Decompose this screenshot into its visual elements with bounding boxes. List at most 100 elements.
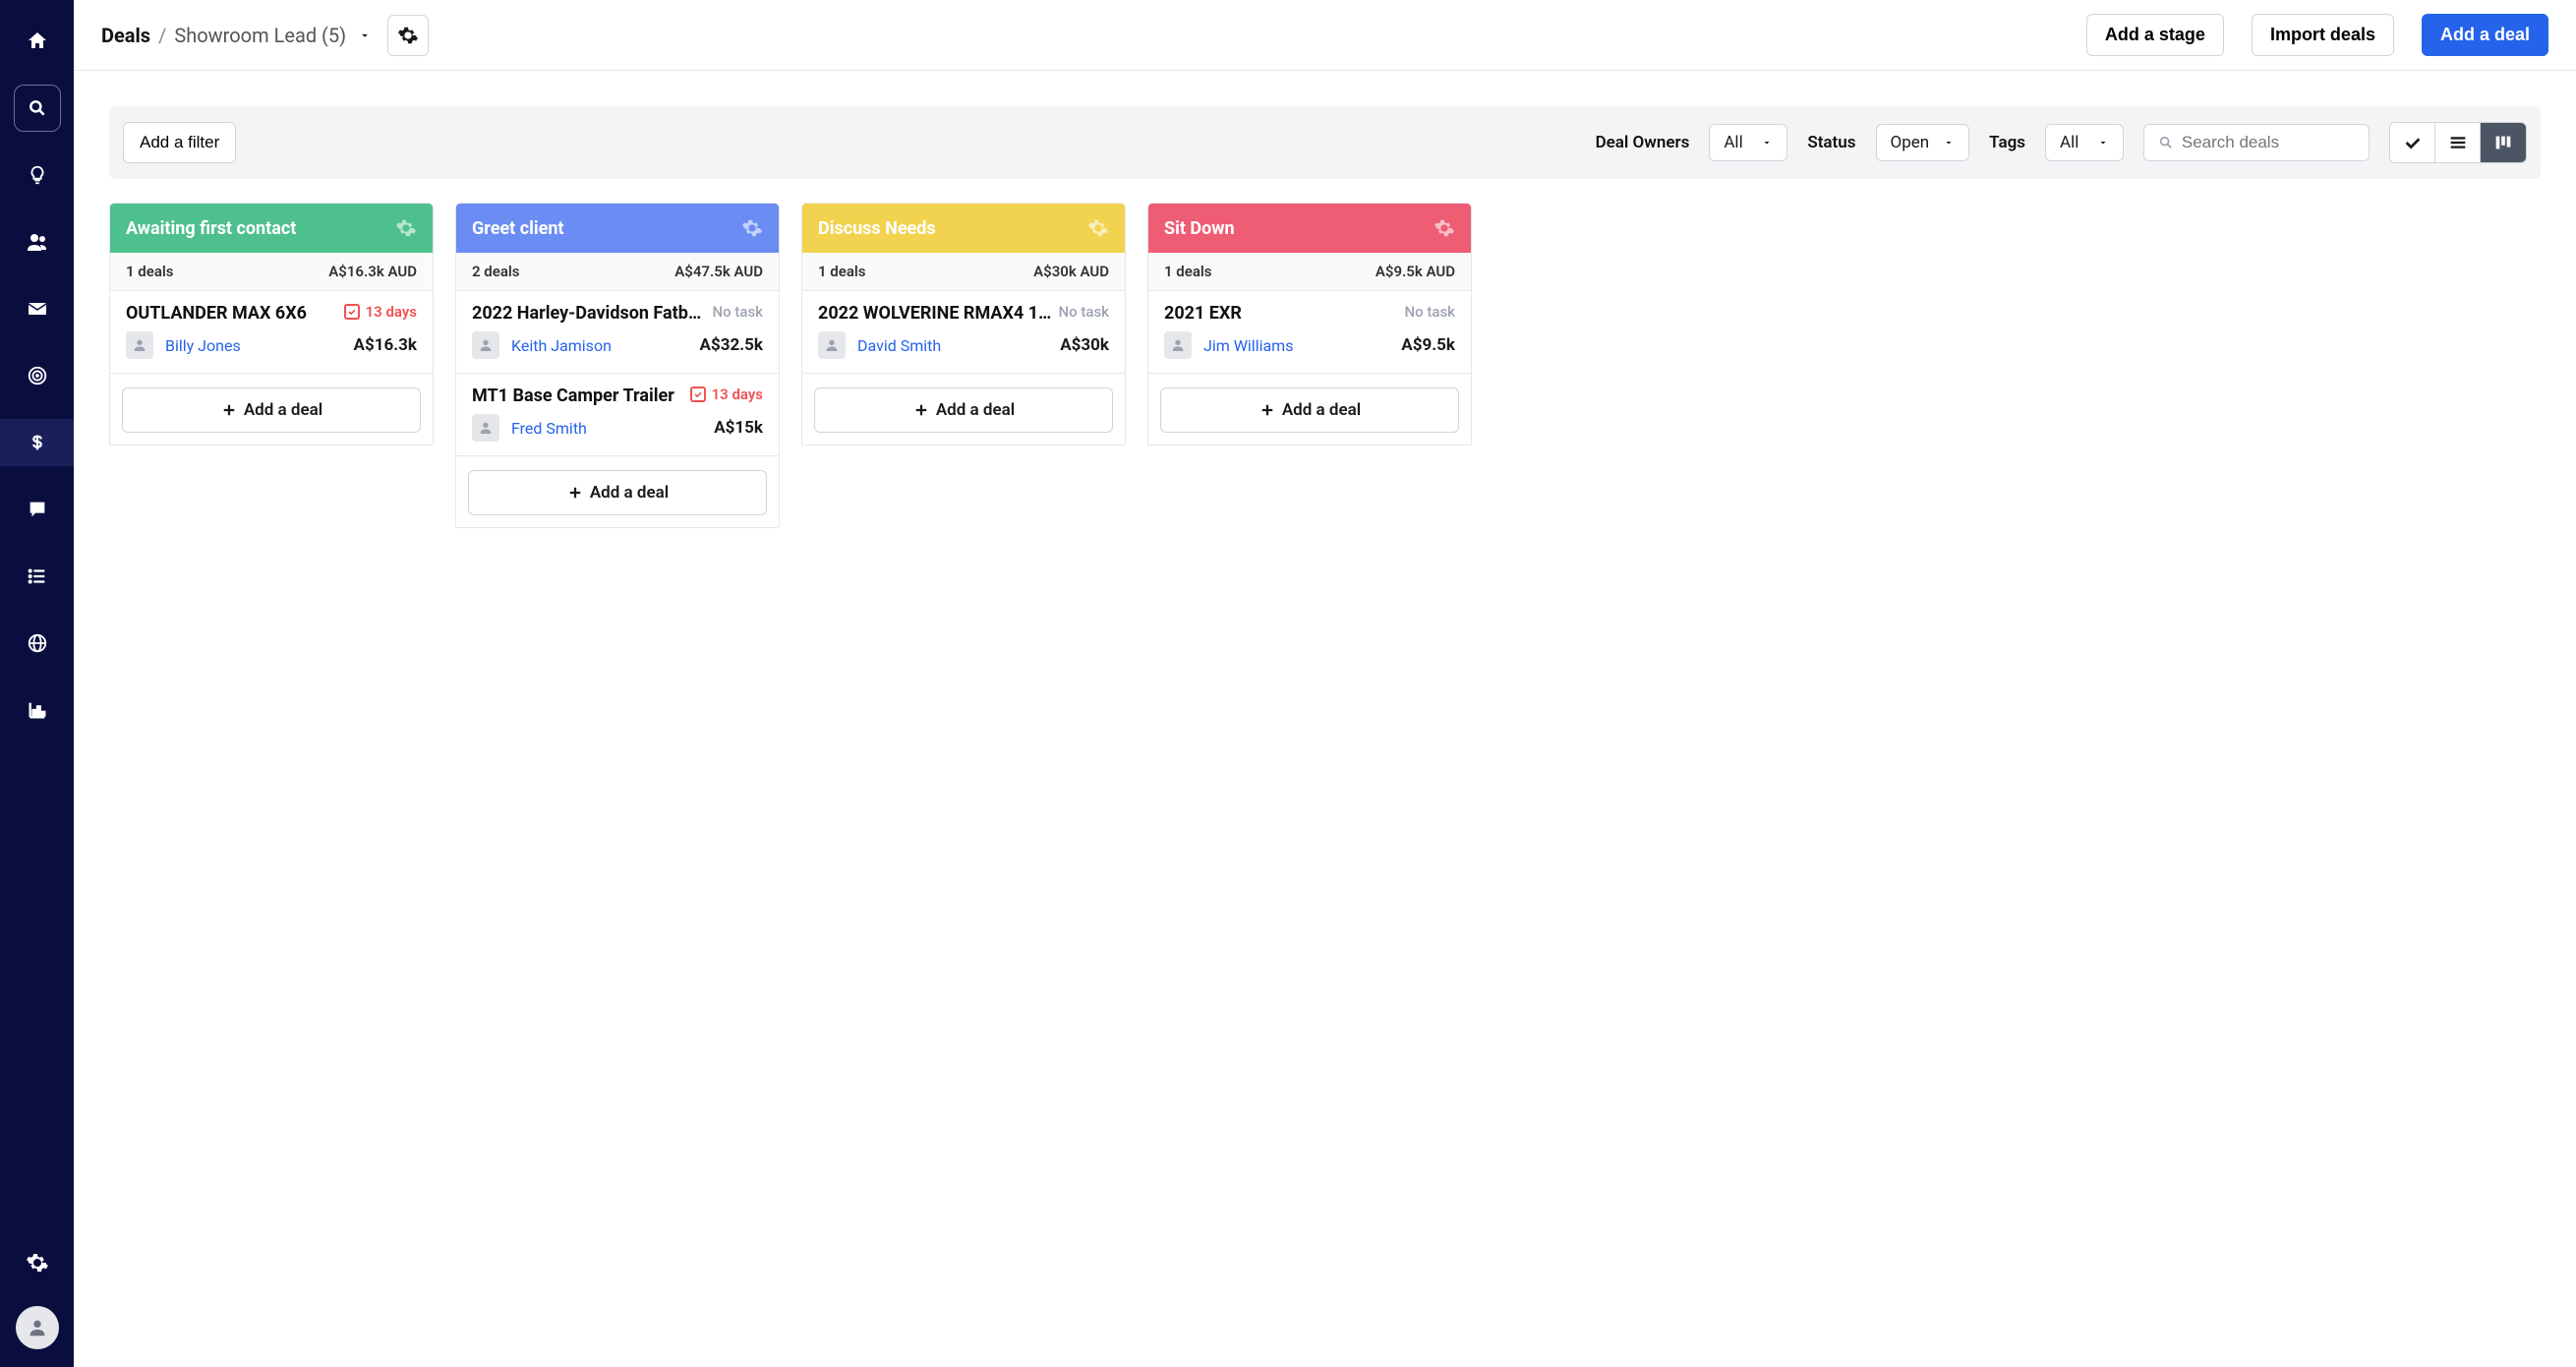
stage-summary: 1 deals A$9.5k AUD (1148, 253, 1471, 291)
mail-icon[interactable] (14, 285, 61, 332)
stage-column: Sit Down 1 deals A$9.5k AUD 2021 EXR No … (1147, 203, 1472, 446)
owner-link[interactable]: Keith Jamison (511, 336, 612, 355)
owner-avatar-icon (126, 331, 153, 359)
status-select[interactable]: Open (1876, 124, 1970, 161)
overdue-badge: 13 days (344, 303, 417, 321)
chevron-down-icon (1761, 137, 1773, 149)
stage-title: Greet client (472, 218, 564, 239)
deal-owner: David Smith (818, 331, 941, 359)
tags-label: Tags (1989, 133, 2025, 152)
chart-icon[interactable] (14, 686, 61, 734)
import-deals-button[interactable]: Import deals (2252, 14, 2394, 56)
breadcrumb[interactable]: Deals / Showroom Lead (5) (101, 24, 372, 47)
stage-header: Discuss Needs (802, 204, 1125, 253)
stage-count: 1 deals (126, 263, 173, 280)
search-deals-box[interactable] (2143, 124, 2370, 161)
overdue-badge: 13 days (690, 386, 763, 403)
add-deal-in-stage-button[interactable]: Add a deal (1160, 387, 1459, 433)
deal-amount: A$16.3k (354, 335, 417, 355)
list-icon[interactable] (14, 553, 61, 600)
chevron-down-icon (2097, 137, 2109, 149)
gear-icon[interactable] (1087, 217, 1109, 239)
search-icon (2158, 134, 2174, 151)
search-icon[interactable] (14, 85, 61, 132)
deal-card[interactable]: MT1 Base Camper Trailer 13 days Fred Smi… (456, 374, 779, 456)
stage-header: Awaiting first contact (110, 204, 433, 253)
add-deal-button[interactable]: Add a deal (2422, 14, 2548, 56)
globe-icon[interactable] (14, 620, 61, 667)
view-board-icon[interactable] (2481, 123, 2526, 162)
deal-owner: Keith Jamison (472, 331, 612, 359)
lightbulb-icon[interactable] (14, 151, 61, 199)
deal-card[interactable]: OUTLANDER MAX 6X6 13 days Billy Jones A$… (110, 291, 433, 374)
chevron-down-icon (1943, 137, 1955, 149)
deal-title: 2022 Harley-Davidson Fatboy (472, 303, 706, 324)
deal-title: MT1 Base Camper Trailer (472, 386, 684, 406)
gear-icon[interactable] (395, 217, 417, 239)
settings-icon[interactable] (14, 1239, 61, 1286)
people-icon[interactable] (14, 218, 61, 266)
stage-summary: 1 deals A$30k AUD (802, 253, 1125, 291)
stage-title: Sit Down (1164, 218, 1235, 239)
owner-avatar-icon (1164, 331, 1192, 359)
no-task-badge: No task (1404, 303, 1455, 321)
stage-column: Discuss Needs 1 deals A$30k AUD 2022 WOL… (801, 203, 1126, 446)
breadcrumb-leaf: Showroom Lead (5) (174, 24, 346, 47)
filter-bar: Add a filter Deal Owners All Status Open… (109, 106, 2541, 179)
add-filter-button[interactable]: Add a filter (123, 122, 236, 163)
sidebar (0, 0, 74, 1367)
owner-link[interactable]: Jim Williams (1203, 336, 1293, 355)
owner-link[interactable]: David Smith (857, 336, 941, 355)
pipeline-settings-button[interactable] (387, 15, 429, 56)
stage-total: A$47.5k AUD (674, 263, 763, 280)
view-list-icon[interactable] (2435, 123, 2481, 162)
stage-column: Greet client 2 deals A$47.5k AUD 2022 Ha… (455, 203, 780, 528)
stage-count: 2 deals (472, 263, 519, 280)
deal-amount: A$15k (714, 418, 763, 438)
add-stage-button[interactable]: Add a stage (2086, 14, 2224, 56)
stage-summary: 2 deals A$47.5k AUD (456, 253, 779, 291)
stage-column: Awaiting first contact 1 deals A$16.3k A… (109, 203, 434, 446)
no-task-badge: No task (1058, 303, 1109, 321)
chevron-down-icon[interactable] (358, 29, 372, 42)
gear-icon[interactable] (1434, 217, 1455, 239)
stage-summary: 1 deals A$16.3k AUD (110, 253, 433, 291)
tags-select[interactable]: All (2045, 124, 2124, 161)
deal-title: OUTLANDER MAX 6X6 (126, 303, 338, 324)
deal-card[interactable]: 2022 Harley-Davidson Fatboy No task Keit… (456, 291, 779, 374)
stage-title: Discuss Needs (818, 218, 936, 239)
deal-owners-select[interactable]: All (1709, 124, 1787, 161)
stage-total: A$30k AUD (1033, 263, 1109, 280)
home-icon[interactable] (14, 18, 61, 65)
add-deal-in-stage-button[interactable]: Add a deal (122, 387, 421, 433)
stage-header: Sit Down (1148, 204, 1471, 253)
add-deal-in-stage-button[interactable]: Add a deal (814, 387, 1113, 433)
user-avatar[interactable] (16, 1306, 59, 1349)
status-label: Status (1807, 133, 1855, 152)
deal-board: Awaiting first contact 1 deals A$16.3k A… (74, 203, 2576, 564)
chat-icon[interactable] (14, 486, 61, 533)
owner-link[interactable]: Fred Smith (511, 419, 587, 438)
deal-owners-label: Deal Owners (1596, 133, 1690, 152)
view-check-icon[interactable] (2390, 123, 2435, 162)
deal-owner: Billy Jones (126, 331, 241, 359)
stage-total: A$16.3k AUD (328, 263, 417, 280)
search-input[interactable] (2182, 133, 2355, 152)
deal-amount: A$30k (1060, 335, 1109, 355)
stage-count: 1 deals (1164, 263, 1211, 280)
deal-title: 2022 WOLVERINE RMAX4 1000 XT-R (818, 303, 1052, 324)
deal-amount: A$32.5k (700, 335, 763, 355)
owner-link[interactable]: Billy Jones (165, 336, 241, 355)
owner-avatar-icon (818, 331, 846, 359)
stage-title: Awaiting first contact (126, 218, 296, 239)
no-task-badge: No task (712, 303, 763, 321)
gear-icon[interactable] (741, 217, 763, 239)
deal-amount: A$9.5k (1401, 335, 1455, 355)
dollar-icon[interactable] (0, 419, 74, 466)
deal-title: 2021 EXR (1164, 303, 1398, 324)
deal-card[interactable]: 2022 WOLVERINE RMAX4 1000 XT-R No task D… (802, 291, 1125, 374)
deal-card[interactable]: 2021 EXR No task Jim Williams A$9.5k (1148, 291, 1471, 374)
stage-count: 1 deals (818, 263, 865, 280)
add-deal-in-stage-button[interactable]: Add a deal (468, 470, 767, 515)
target-icon[interactable] (14, 352, 61, 399)
